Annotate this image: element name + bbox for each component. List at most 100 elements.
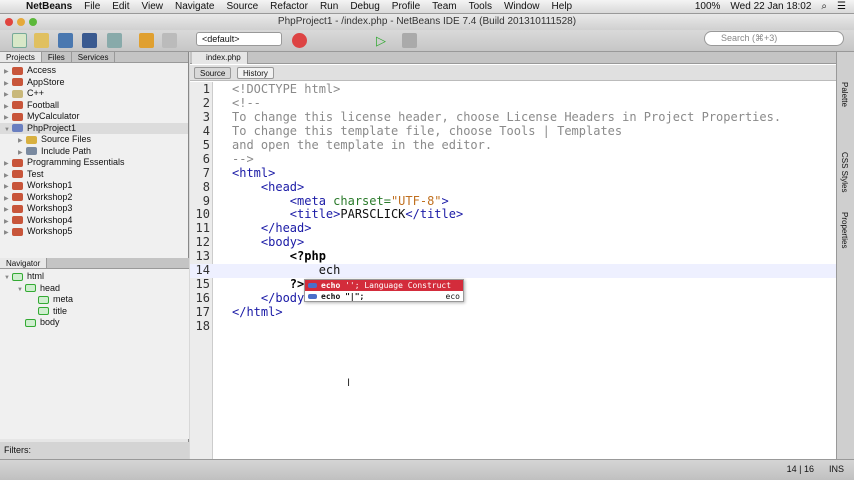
source-button[interactable]: Source [194,67,232,79]
menu-tools[interactable]: Tools [469,1,492,12]
project-item[interactable]: ▶ Workshop4 [0,215,188,227]
project-item[interactable]: ▶ AppStore [0,77,188,89]
tab-files[interactable]: Files [42,52,72,62]
editor-toolbar: Source History [190,65,836,81]
status-bar: 14 | 16 INS [0,459,854,480]
tab-navigator[interactable]: Navigator [0,258,48,268]
navigator-label: meta [53,294,74,304]
debug-icon[interactable] [402,33,417,48]
line-text: To change this template file, choose Too… [232,124,622,139]
code-line: 18 [190,319,836,334]
history-button[interactable]: History [237,67,274,79]
project-item[interactable]: ▶ Workshop5 [0,226,188,238]
line-number: 3 [202,109,210,124]
menu-run[interactable]: Run [320,1,338,12]
coffee-icon [12,227,23,236]
collapsed-arrow-icon[interactable]: ▶ [4,228,12,240]
code-token: <head> [232,179,305,194]
project-item[interactable]: ▶ Workshop3 [0,203,188,215]
search-input[interactable]: Search (⌘+3) [704,31,844,46]
line-number: 5 [202,137,210,152]
project-label: Source Files [41,134,92,144]
line-text: <!DOCTYPE html> [232,82,341,97]
menu-edit[interactable]: Edit [112,1,129,12]
folder-icon [26,135,37,144]
completion-detail: ''; Language Construct [340,281,452,290]
menu-view[interactable]: View [142,1,164,12]
line-text: </body> [232,291,312,306]
project-item[interactable]: ▶ Test [0,169,188,181]
close-button[interactable] [5,18,13,26]
navigator-item[interactable]: ▼ html [0,271,189,283]
project-item[interactable]: ▼ PhpProject1 [0,122,188,134]
editor[interactable]: index.php Source History 1 <!DOCTYPE html… [190,52,836,459]
menu-debug[interactable]: Debug [350,1,379,12]
navigator-item[interactable]: body [0,317,189,329]
project-item[interactable]: ▶ Football [0,100,188,112]
projects-tree: ▶ Access ▶ AppStore ▶ C++ ▶ Football ▶ MyCalculat… [0,63,188,263]
code-token: <body> [232,235,305,250]
css-styles-tab[interactable]: CSS Styles [840,152,849,192]
project-item[interactable]: ▶ MyCalculator [0,111,188,123]
minimize-button[interactable] [17,18,25,26]
html-tag-icon [25,318,36,327]
tab-index-php[interactable]: index.php [192,52,248,64]
project-item[interactable]: ▶ C++ [0,88,188,100]
code-line: 1 <!DOCTYPE html> [190,82,836,97]
menu-profile[interactable]: Profile [392,1,420,12]
new-project-icon[interactable] [34,33,49,48]
menu-source[interactable]: Source [226,1,258,12]
completion-keyword: echo "|"; [321,292,365,301]
html-tag-icon [12,272,23,281]
coffee-icon [12,112,23,121]
project-item[interactable]: ▶ Programming Essentials [0,157,188,169]
undo-icon[interactable] [139,33,154,48]
properties-tab[interactable]: Properties [840,212,849,248]
tab-services[interactable]: Services [72,52,116,62]
menu-help[interactable]: Help [552,1,573,12]
project-item[interactable]: ▶ Source Files [0,134,188,146]
coffee-icon [12,158,23,167]
palette-tab[interactable]: Palette [840,82,849,107]
clock: Wed 22 Jan 18:02 [730,1,812,12]
project-item[interactable]: ▶ Include Path [0,146,188,158]
code-area[interactable]: 1 <!DOCTYPE html> 2 <!-- 3 To change this lic… [190,82,836,334]
line-number: 12 [195,235,210,250]
save-all-icon[interactable] [82,33,97,48]
window-titlebar: PhpProject1 - /index.php - NetBeans IDE … [0,14,854,30]
run-icon[interactable]: ▷ [376,33,391,48]
navigator-item[interactable]: title [0,306,189,318]
php-keyword-icon [308,283,317,288]
project-item[interactable]: ▶ Workshop2 [0,192,188,204]
code-line: 7 <html> [190,166,836,181]
tab-projects[interactable]: Projects [0,52,42,62]
project-item[interactable]: ▶ Workshop1 [0,180,188,192]
code-line: 14 ech [190,263,836,279]
code-token: </html> [232,305,283,319]
menu-navigate[interactable]: Navigate [175,1,214,12]
new-file-icon[interactable] [12,33,27,48]
preview-icon[interactable] [107,33,122,48]
project-item[interactable]: ▶ Access [0,65,188,77]
open-project-icon[interactable] [58,33,73,48]
menu-team[interactable]: Team [432,1,456,12]
configuration-select[interactable]: <default> [196,32,282,46]
html-tag-icon [38,295,49,304]
code-token: <!DOCTYPE html> [232,82,341,96]
browser-icon[interactable] [292,33,307,48]
menu-app[interactable]: NetBeans [26,1,72,12]
project-label: Workshop4 [27,214,73,225]
menu-file[interactable]: File [84,1,100,12]
zoom-button[interactable] [29,18,37,26]
completion-item[interactable]: echo ''; Language Construct [305,280,463,291]
spotlight-icon[interactable]: ⌕ [821,1,827,12]
line-number: 17 [195,305,210,319]
navigator-item[interactable]: meta [0,294,189,306]
line-text: </html> [232,305,283,320]
list-icon[interactable]: ☰ [837,1,846,12]
redo-icon[interactable] [162,33,177,48]
navigator-item[interactable]: ▼ head [0,283,189,295]
menu-refactor[interactable]: Refactor [270,1,308,12]
menu-window[interactable]: Window [504,1,540,12]
completion-item[interactable]: echo "|"; eco [305,291,463,302]
